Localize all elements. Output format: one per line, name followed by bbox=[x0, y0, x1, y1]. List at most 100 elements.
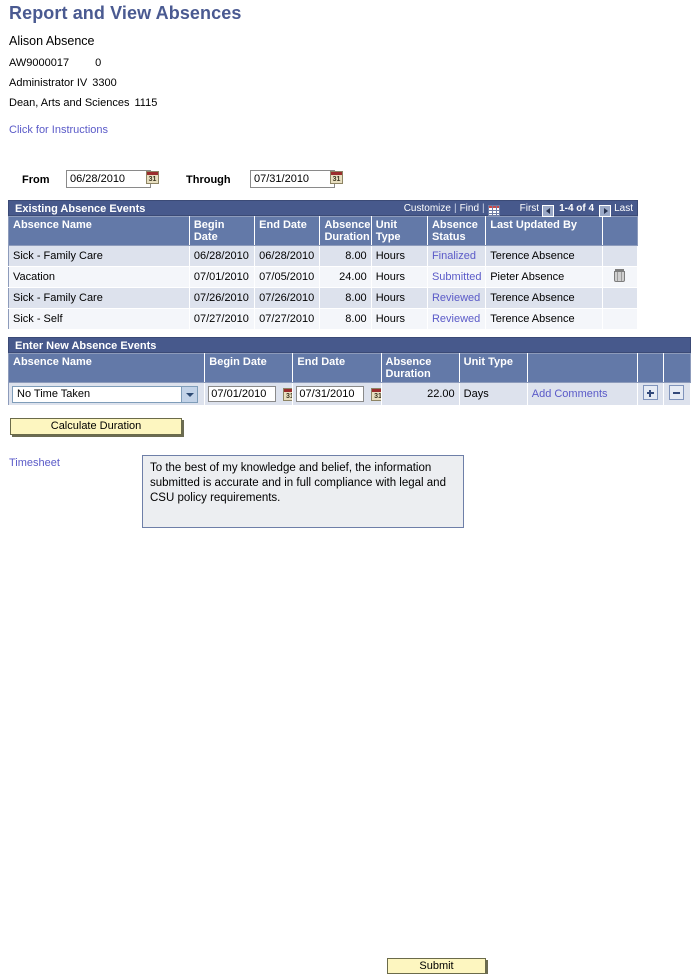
next-arrow-icon[interactable] bbox=[599, 205, 612, 217]
cell-new-duration: 22.00 bbox=[381, 382, 460, 406]
timesheet-link[interactable]: Timesheet bbox=[9, 457, 60, 469]
new-column-header-end-date: End Date bbox=[292, 353, 382, 383]
employee-id-line: AW9000017 0 bbox=[9, 57, 101, 69]
employee-record-number: 0 bbox=[95, 57, 102, 69]
new-column-header-comments bbox=[527, 353, 638, 383]
status-link[interactable]: Finalized bbox=[432, 250, 476, 262]
absence-name-select[interactable]: No Time Taken bbox=[12, 385, 198, 403]
existing-absence-events-table: Absence Name Begin Date End Date Absence… bbox=[8, 216, 639, 330]
new-column-header-absence-name: Absence Name bbox=[8, 353, 206, 383]
job-code: 3300 bbox=[92, 77, 117, 89]
chevron-down-icon[interactable] bbox=[181, 386, 197, 402]
cell-status: Finalized bbox=[427, 245, 487, 267]
cell-new-absence-name: No Time Taken bbox=[8, 382, 206, 406]
column-header-begin-date[interactable]: Begin Date bbox=[189, 216, 256, 246]
cell-absence-name: Sick - Self bbox=[8, 308, 190, 330]
department-code: 1115 bbox=[134, 97, 158, 109]
instructions-link[interactable]: Click for Instructions bbox=[9, 124, 108, 136]
cell-end-date: 07/26/2010 bbox=[254, 287, 321, 309]
through-calendar-icon[interactable]: 31 bbox=[330, 171, 343, 184]
cell-duration: 8.00 bbox=[319, 308, 372, 330]
attestation-text: To the best of my knowledge and belief, … bbox=[150, 462, 446, 504]
cell-new-end-date: 31 bbox=[292, 382, 382, 406]
add-comments-link[interactable]: Add Comments bbox=[532, 388, 608, 400]
column-header-unit-type[interactable]: Unit Type bbox=[371, 216, 428, 246]
new-absence-row[interactable]: No Time Taken 31 31 22.00 Days bbox=[8, 382, 692, 406]
status-link[interactable]: Submitted bbox=[432, 271, 482, 283]
new-column-header-begin-date: Begin Date bbox=[204, 353, 294, 383]
existing-grid-toolbar: Customize | Find | First 1-4 of 4 Last bbox=[404, 201, 633, 217]
new-column-header-unit-type: Unit Type bbox=[459, 353, 528, 383]
employee-job-line: Administrator IV 3300 bbox=[9, 77, 117, 89]
previous-arrow-icon[interactable] bbox=[542, 205, 555, 217]
cell-absence-name: Sick - Family Care bbox=[8, 245, 190, 267]
cell-new-begin-date: 31 bbox=[204, 382, 294, 406]
new-end-date-calendar-icon[interactable]: 31 bbox=[371, 387, 381, 401]
new-absence-events-table: Absence Name Begin Date End Date Absence… bbox=[8, 353, 692, 406]
table-row[interactable]: Sick - Self 07/27/2010 07/27/2010 8.00 H… bbox=[8, 308, 639, 330]
toolbar-separator-1: | bbox=[453, 203, 457, 214]
submit-button[interactable]: Submit bbox=[387, 958, 486, 974]
column-header-end-date[interactable]: End Date bbox=[254, 216, 321, 246]
absence-page: Report and View Absences Alison Absence … bbox=[0, 0, 700, 974]
column-header-absence-duration[interactable]: Absence Duration bbox=[319, 216, 372, 246]
employee-department-line: Dean, Arts and Sciences 1115 bbox=[9, 97, 157, 109]
existing-absence-events-section: Existing Absence Events Customize | Find… bbox=[8, 200, 639, 330]
cell-begin-date: 07/01/2010 bbox=[189, 266, 256, 288]
cell-duration: 8.00 bbox=[319, 287, 372, 309]
cell-status: Reviewed bbox=[427, 308, 487, 330]
cell-remove-row bbox=[663, 382, 692, 406]
customize-link[interactable]: Customize bbox=[404, 201, 451, 217]
cell-add-row bbox=[637, 382, 664, 406]
page-title: Report and View Absences bbox=[9, 3, 242, 23]
column-header-absence-status[interactable]: Absence Status bbox=[427, 216, 487, 246]
cell-new-unit-type: Days bbox=[459, 382, 528, 406]
column-header-absence-name[interactable]: Absence Name bbox=[8, 216, 190, 246]
calculate-duration-button[interactable]: Calculate Duration bbox=[10, 418, 182, 435]
from-date-input[interactable] bbox=[66, 170, 151, 188]
add-row-button[interactable] bbox=[642, 385, 658, 400]
trash-icon[interactable] bbox=[614, 269, 626, 282]
new-grid-title: Enter New Absence Events bbox=[15, 340, 157, 352]
from-calendar-icon[interactable]: 31 bbox=[146, 171, 159, 184]
new-begin-date-input[interactable] bbox=[208, 386, 277, 402]
cell-new-comments: Add Comments bbox=[527, 382, 638, 406]
cell-actions bbox=[602, 287, 639, 309]
cell-actions bbox=[602, 308, 639, 330]
cell-end-date: 07/27/2010 bbox=[254, 308, 321, 330]
new-column-header-add bbox=[637, 353, 664, 383]
cell-last-updated-by: Terence Absence bbox=[485, 245, 603, 267]
status-link[interactable]: Reviewed bbox=[432, 292, 480, 304]
absence-name-selected-value: No Time Taken bbox=[17, 387, 91, 400]
new-end-date-input[interactable] bbox=[296, 386, 365, 402]
cell-unit-type: Hours bbox=[371, 287, 428, 309]
first-page-link[interactable]: First bbox=[520, 201, 539, 217]
toolbar-separator-2: | bbox=[482, 203, 485, 214]
remove-row-button[interactable] bbox=[669, 385, 685, 400]
cell-actions bbox=[602, 245, 639, 267]
through-date-input[interactable] bbox=[250, 170, 335, 188]
cell-last-updated-by: Terence Absence bbox=[485, 287, 603, 309]
row-counter: 1-4 of 4 bbox=[559, 203, 595, 214]
table-row[interactable]: Sick - Family Care 06/28/2010 06/28/2010… bbox=[8, 245, 639, 267]
cell-begin-date: 06/28/2010 bbox=[189, 245, 256, 267]
last-page-link[interactable]: Last bbox=[614, 201, 633, 217]
find-link[interactable]: Find bbox=[460, 201, 479, 217]
table-row[interactable]: Sick - Family Care 07/26/2010 07/26/2010… bbox=[8, 287, 639, 309]
cell-status: Reviewed bbox=[427, 287, 487, 309]
cell-absence-name: Vacation bbox=[8, 266, 190, 288]
column-header-last-updated-by[interactable]: Last Updated By bbox=[485, 216, 603, 246]
cell-end-date: 06/28/2010 bbox=[254, 245, 321, 267]
cell-last-updated-by: Terence Absence bbox=[485, 308, 603, 330]
cell-actions bbox=[602, 266, 639, 288]
table-row[interactable]: Vacation 07/01/2010 07/05/2010 24.00 Hou… bbox=[8, 266, 639, 288]
employee-id: AW9000017 bbox=[9, 57, 70, 69]
spreadsheet-download-icon[interactable] bbox=[487, 204, 500, 216]
new-begin-date-calendar-icon[interactable]: 31 bbox=[283, 387, 292, 401]
department-name: Dean, Arts and Sciences bbox=[9, 97, 130, 109]
from-label: From bbox=[22, 174, 50, 186]
cell-status: Submitted bbox=[427, 266, 487, 288]
cell-begin-date: 07/26/2010 bbox=[189, 287, 256, 309]
cell-unit-type: Hours bbox=[371, 308, 428, 330]
status-link[interactable]: Reviewed bbox=[432, 313, 480, 325]
